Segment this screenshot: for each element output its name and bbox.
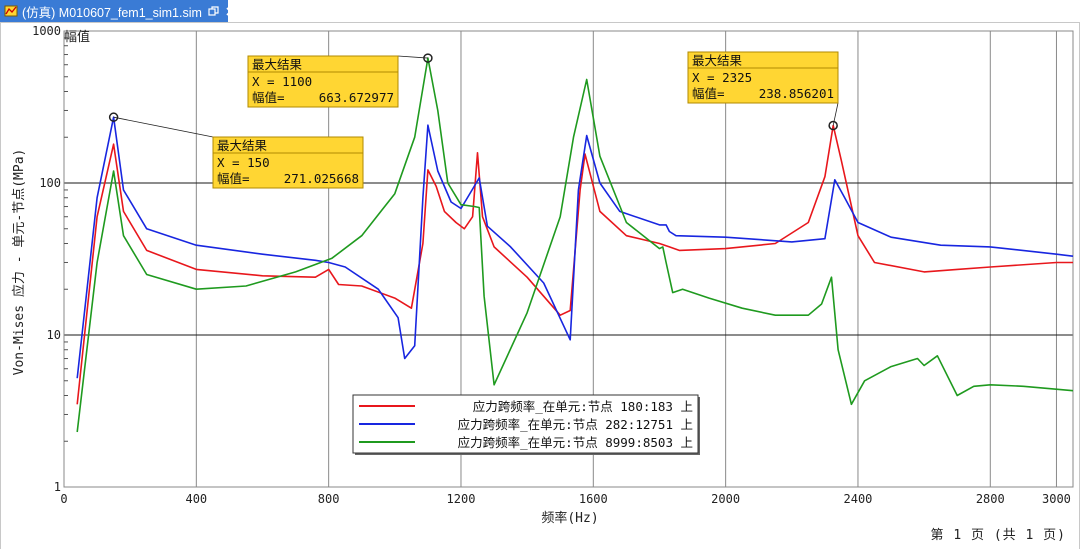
x-tick-label: 2800	[976, 492, 1005, 506]
annotation-value: 271.025668	[284, 171, 359, 186]
annotation-value: 663.672977	[319, 90, 394, 105]
x-axis-label: 频率(Hz)	[541, 510, 598, 526]
x-tick-label: 800	[318, 492, 340, 506]
annotation-title: 最大结果	[692, 53, 743, 68]
page-indicator: 第 1 页 (共 1 页)	[930, 528, 1066, 543]
annotation-x-label: X = 2325	[692, 70, 752, 85]
legend-label-2: 应力跨频率_在单元:节点 282:12751 上	[458, 417, 693, 432]
annotation-value-label: 幅值=	[692, 86, 725, 101]
x-tick-label: 400	[185, 492, 207, 506]
annotation-value: 238.856201	[759, 86, 834, 101]
annotation-title: 最大结果	[217, 138, 268, 153]
y-unit-label: 幅值	[64, 29, 90, 45]
x-tick-label: 3000	[1042, 492, 1071, 506]
chart: 0 400 800 1200 1600 2000 2400 2800 3000 1 10 100 100…	[11, 24, 1074, 526]
series-group	[76, 57, 1074, 433]
x-tick-label: 1600	[579, 492, 608, 506]
y-tick-label: 1	[54, 480, 61, 494]
x-tick-label: 0	[60, 492, 67, 506]
annotation-x-label: X = 1100	[252, 74, 312, 89]
annotation-value-label: 幅值=	[217, 171, 250, 186]
y-tick-label: 10	[47, 328, 61, 342]
legend-label-3: 应力跨频率_在单元:节点 8999:8503 上	[458, 435, 693, 450]
annotation-x-label: X = 150	[217, 155, 270, 170]
y-tick-label: 100	[39, 176, 61, 190]
x-tick-label: 2000	[711, 492, 740, 506]
x-tick-label: 1200	[447, 492, 476, 506]
legend-label-1: 应力跨频率_在单元:节点 180:183 上	[473, 399, 693, 414]
y-axis-label: Von-Mises 应力 - 单元-节点(MPa)	[11, 149, 27, 376]
legend: 应力跨频率_在单元:节点 180:183 上应力跨频率_在单元:节点 282:1…	[352, 394, 700, 455]
annotations: 最大结果X = 150幅值= 271.025668最大结果X = 1100幅值= 6…	[108, 51, 839, 189]
annotation-value-label: 幅值=	[252, 90, 285, 105]
annotation-title: 最大结果	[252, 57, 303, 72]
y-tick-label: 1000	[32, 24, 61, 38]
x-tick-label: 2400	[844, 492, 873, 506]
annotation-leader	[113, 116, 214, 138]
